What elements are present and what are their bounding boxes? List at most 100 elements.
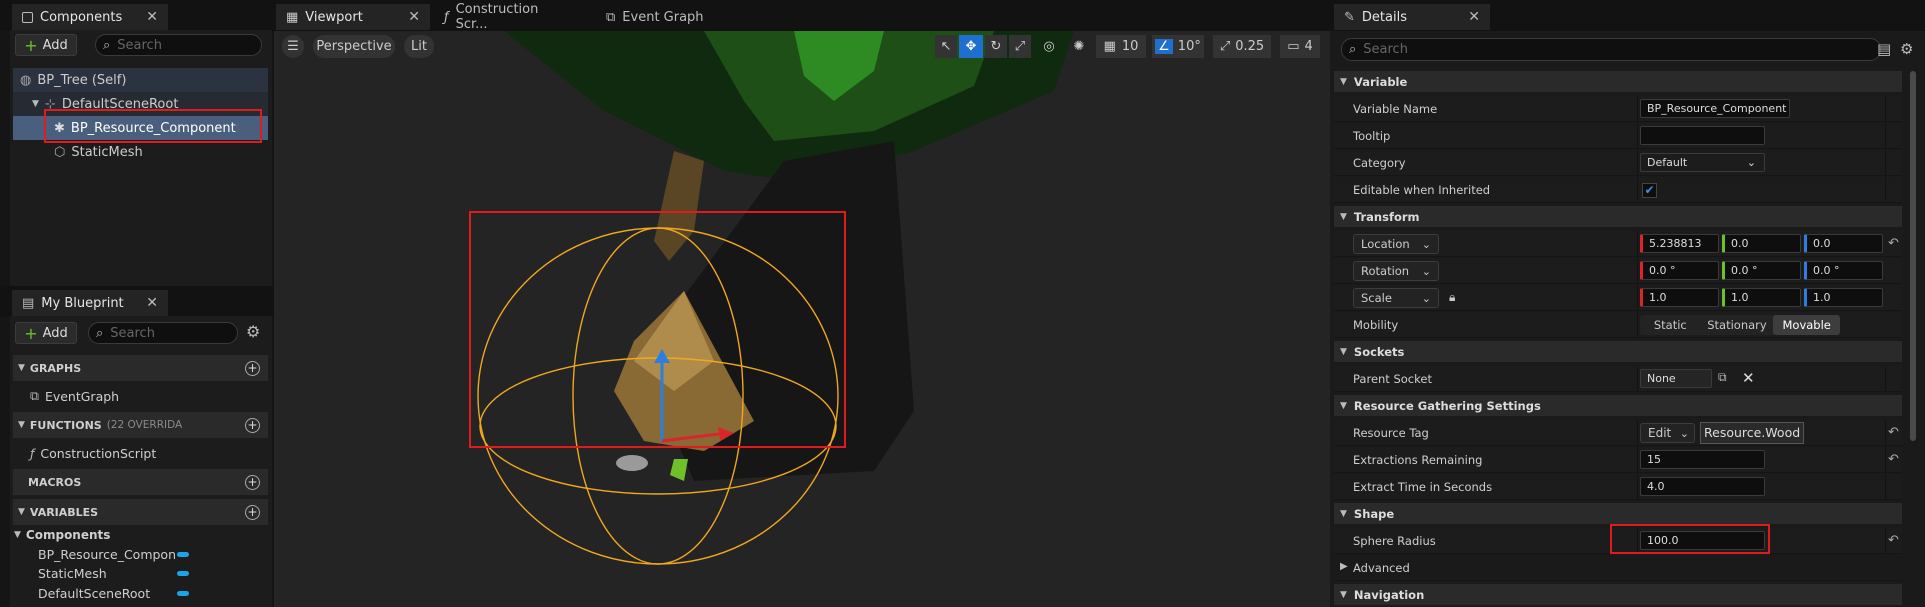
section-graphs[interactable]: ▼ GRAPHS + [13,355,268,381]
collapse-arrow-icon[interactable]: ▼ [1340,509,1347,519]
tab-viewport[interactable]: ▦ Viewport ✕ [276,4,430,30]
add-blueprint-button[interactable]: + Add [15,322,77,344]
location-mode-dropdown[interactable]: Location ⌄ [1353,234,1439,254]
collapse-arrow-icon[interactable]: ▼ [32,99,39,109]
section-navigation[interactable]: ▼ Navigation [1334,584,1902,605]
section-sockets[interactable]: ▼ Sockets [1334,341,1902,362]
location-z-field[interactable]: 0.0 [1804,234,1883,253]
reset-arrow-icon[interactable]: ↶ [1888,236,1899,251]
surface-snap-icon[interactable]: ✺ [1067,35,1091,58]
add-component-button[interactable]: + Add [15,34,77,56]
close-icon[interactable]: ✕ [408,9,420,25]
mobility-movable-option[interactable]: Movable [1773,315,1841,335]
viewport[interactable] [274,31,1330,607]
mobility-static-option[interactable]: Static [1640,315,1701,335]
collapse-arrow-icon[interactable]: ▼ [1340,212,1347,222]
rotation-x-field[interactable]: 0.0 ° [1640,261,1719,280]
scale-tool-button[interactable]: ⤢ [1009,35,1031,58]
collapse-arrow-icon[interactable]: ▼ [1340,401,1347,411]
collapse-arrow-icon[interactable]: ▼ [1340,590,1347,600]
viewport-menu-button[interactable]: ☰ [282,35,304,58]
collapse-arrow-icon[interactable]: ▼ [18,420,25,430]
grid-snap-button[interactable]: ▦ 10 [1096,35,1146,58]
add-graph-icon[interactable]: + [245,360,260,376]
blueprint-search-input[interactable]: ⌕ Search [88,322,238,344]
collapse-arrow-icon[interactable]: ▼ [1340,347,1347,357]
settings-gear-icon[interactable]: ⚙ [246,322,260,341]
scale-y-field[interactable]: 1.0 [1722,288,1801,307]
parent-socket-field[interactable]: None [1640,369,1712,388]
close-icon[interactable]: ✕ [1468,9,1480,25]
add-variable-icon[interactable]: + [245,504,260,520]
browse-socket-icon[interactable]: ⧉ [1718,370,1727,385]
rotation-mode-dropdown[interactable]: Rotation ⌄ [1353,261,1439,281]
collapse-arrow-icon[interactable]: ▼ [18,507,25,517]
variable-item[interactable]: StaticMesh [38,566,107,581]
resource-tag-chip[interactable]: Resource.Wood [1700,422,1805,444]
variable-name-field[interactable]: BP_Resource_Component [1640,99,1790,118]
collapse-arrow-icon[interactable]: ▼ [18,363,25,373]
tab-construction-script[interactable]: ƒ Construction Scr... [434,2,584,32]
variable-category-components[interactable]: ▼ Components [14,528,110,542]
close-icon[interactable]: ✕ [146,295,158,311]
section-transform[interactable]: ▼ Transform [1334,206,1902,227]
tree-item-static-mesh[interactable]: ⬡ StaticMesh [54,140,304,164]
expand-arrow-icon[interactable]: ▶ [1340,561,1348,572]
tab-components[interactable]: Components ✕ [12,4,168,30]
lit-button[interactable]: Lit [404,35,434,58]
extract-time-field[interactable]: 4.0 [1640,477,1765,496]
function-item-construction-script[interactable]: ƒ ConstructionScript [30,446,156,461]
close-icon[interactable]: ✕ [146,9,158,25]
select-tool-button[interactable]: ↖ [935,35,957,58]
lock-icon[interactable]: 🔒︎ [1449,290,1455,305]
tab-event-graph[interactable]: ⧉ Event Graph [596,4,736,30]
section-functions[interactable]: ▼ FUNCTIONS (22 OVERRIDA + [13,412,268,438]
scale-z-field[interactable]: 1.0 [1804,288,1883,307]
translate-tool-button[interactable]: ✥ [959,35,983,58]
section-shape[interactable]: ▼ Shape [1334,503,1902,524]
resource-tag-edit-button[interactable]: Edit ⌄ [1640,423,1695,443]
clear-socket-icon[interactable]: ✕ [1742,369,1755,387]
row-advanced[interactable]: ▶ Advanced [1334,555,1902,581]
variable-item[interactable]: BP_Resource_Compon [38,547,188,562]
location-x-field[interactable]: 5.238813 [1640,234,1719,253]
rotation-snap-button[interactable]: ∠ 10° [1152,35,1204,58]
section-resource-gathering[interactable]: ▼ Resource Gathering Settings [1334,395,1902,416]
rotation-z-field[interactable]: 0.0 ° [1804,261,1883,280]
rotate-tool-button[interactable]: ↻ [985,35,1007,58]
tab-details[interactable]: ✎ Details ✕ [1334,4,1490,30]
tooltip-field[interactable] [1640,126,1765,145]
variable-item[interactable]: DefaultSceneRoot [38,586,150,601]
world-space-icon[interactable]: ◎ [1037,35,1061,58]
perspective-button[interactable]: Perspective [313,35,395,58]
location-y-field[interactable]: 0.0 [1722,234,1801,253]
scale-x-field[interactable]: 1.0 [1640,288,1719,307]
editable-checkbox[interactable]: ✔ [1642,183,1657,198]
add-function-icon[interactable]: + [245,417,260,433]
collapse-arrow-icon[interactable]: ▼ [1340,77,1347,87]
section-variables[interactable]: ▼ VARIABLES + [13,499,268,525]
scale-snap-button[interactable]: ⤢ 0.25 [1213,35,1271,58]
extractions-field[interactable]: 15 [1640,450,1765,469]
chevron-down-icon[interactable]: ⌄ [1747,154,1756,171]
tree-item-self[interactable]: ◍ BP_Tree (Self) [20,68,270,92]
graph-item-eventgraph[interactable]: ⧉ EventGraph [30,388,119,404]
components-search-input[interactable]: ⌕ Search [95,34,262,56]
rotation-y-field[interactable]: 0.0 ° [1722,261,1801,280]
details-scrollbar[interactable] [1910,71,1916,441]
reset-arrow-icon[interactable]: ↶ [1888,533,1899,548]
settings-gear-icon[interactable]: ⚙ [1900,40,1913,58]
collapse-arrow-icon[interactable]: ▼ [14,530,21,540]
details-search-input[interactable]: ⌕ Search [1341,38,1881,61]
section-macros[interactable]: MACROS + [13,469,268,495]
reset-arrow-icon[interactable]: ↶ [1888,452,1899,467]
camera-speed-button[interactable]: ▭ 4 [1280,35,1320,58]
mobility-stationary-option[interactable]: Stationary [1701,315,1774,335]
reset-arrow-icon[interactable]: ↶ [1888,425,1899,440]
tab-my-blueprint[interactable]: ▤ My Blueprint ✕ [12,290,168,316]
table-view-icon[interactable]: ▤ [1877,40,1891,58]
scale-mode-dropdown[interactable]: Scale ⌄ [1353,288,1439,308]
category-combo[interactable]: Default ⌄ [1640,153,1765,172]
add-macro-icon[interactable]: + [245,474,260,490]
section-variable[interactable]: ▼ Variable [1334,71,1902,92]
